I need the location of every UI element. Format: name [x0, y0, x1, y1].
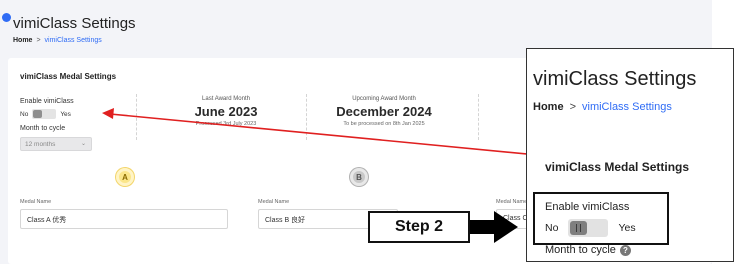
zoom-callout: vimiClass Settings Home > vimiClass Sett…: [526, 48, 734, 262]
zoom-breadcrumb-home[interactable]: Home: [533, 101, 564, 113]
step-label: Step 2: [368, 211, 470, 243]
zoom-month-label-row: Month to cycle ?: [545, 244, 631, 256]
zoom-month-label: Month to cycle: [545, 244, 616, 256]
arrow-right-icon: [470, 211, 518, 243]
zoom-card-title: vimiClass Medal Settings: [545, 160, 690, 174]
zoom-breadcrumb-current[interactable]: vimiClass Settings: [582, 101, 672, 113]
zoom-toggle-yes: Yes: [618, 222, 636, 234]
zoom-toggle-row: No Yes: [545, 219, 636, 237]
chevron-right-icon: >: [569, 101, 576, 113]
toggle-knob: [570, 221, 588, 235]
zoom-enable-toggle[interactable]: [568, 219, 609, 237]
zoom-breadcrumb: Home > vimiClass Settings: [533, 101, 672, 113]
help-icon[interactable]: ?: [619, 244, 631, 256]
zoom-toggle-no: No: [545, 222, 559, 234]
zoom-enable-highlight: Enable vimiClass No Yes: [533, 192, 669, 245]
arrow-right-icon: [102, 108, 114, 119]
zoom-page-title: vimiClass Settings: [533, 68, 697, 90]
zoom-enable-label: Enable vimiClass: [545, 201, 630, 213]
